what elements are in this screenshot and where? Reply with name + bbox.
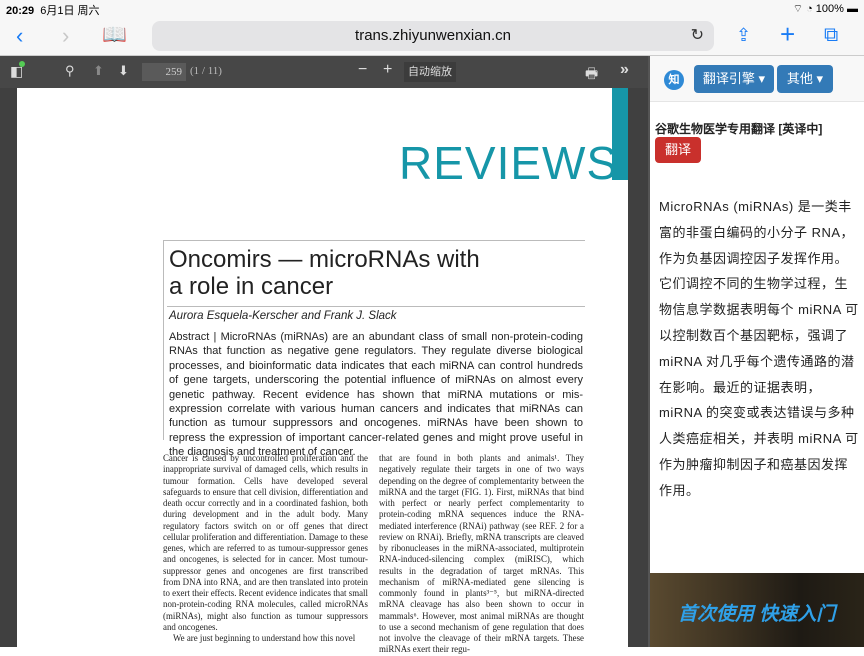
- address-bar[interactable]: trans.zhiyunwenxian.cn ↻: [152, 21, 714, 51]
- search-icon[interactable]: ⚲: [65, 63, 75, 79]
- status-bar: 20:29 6月1日 周六 ⌔ ◔ 100% ▬: [0, 0, 864, 18]
- pdf-toolbar: ◧ ⚲ ⬆ ⬇ 259 (1 / 11) − + 自动缩放 🖶 »: [0, 56, 648, 88]
- pdf-page: REVIEWS Oncomirs — microRNAs with a role …: [17, 88, 628, 654]
- page-number-input[interactable]: 259: [142, 63, 186, 81]
- pdf-viewer[interactable]: REVIEWS Oncomirs — microRNAs with a role …: [0, 88, 648, 654]
- previous-page-icon[interactable]: ⬆: [93, 63, 104, 79]
- battery: ⌔ ◔ 100% ▬: [792, 3, 858, 15]
- print-icon[interactable]: 🖶: [585, 63, 598, 87]
- body-column-2: that are found in both plants and animal…: [379, 453, 584, 655]
- title-line-1: Oncomirs — microRNAs with: [169, 246, 480, 273]
- zoom-in-icon[interactable]: +: [383, 61, 392, 79]
- share-icon[interactable]: ⇪: [736, 24, 751, 46]
- url-text: trans.zhiyunwenxian.cn: [355, 27, 511, 44]
- new-tab-icon[interactable]: +: [780, 21, 795, 47]
- other-dropdown-button[interactable]: 其他 ▾: [777, 65, 833, 93]
- panel-header: 知 翻译引擎 ▾ 其他 ▾: [650, 56, 864, 102]
- more-tools-icon[interactable]: »: [620, 61, 629, 79]
- section-label: REVIEWS: [399, 137, 619, 189]
- sidebar-toggle-icon[interactable]: ◧: [10, 61, 25, 80]
- service-name: 谷歌生物医学专用翻译 [英译中]: [655, 122, 823, 136]
- battery-level: 100%: [815, 3, 844, 15]
- browser-toolbar: ‹ › 📖 trans.zhiyunwenxian.cn ↻ ⇪ + ⧉: [0, 18, 864, 56]
- divider: [167, 306, 585, 307]
- abstract: Abstract | MicroRNAs (miRNAs) are an abu…: [169, 331, 583, 459]
- authors: Aurora Esquela-Kerscher and Frank J. Sla…: [169, 310, 397, 322]
- tabs-icon[interactable]: ⧉: [824, 24, 838, 46]
- zoom-out-icon[interactable]: −: [358, 61, 367, 79]
- bookmarks-icon[interactable]: 📖: [102, 24, 127, 46]
- logo-icon: 知: [664, 70, 684, 90]
- translation-result: MicroRNAs (miRNAs) 是一类丰富的非蛋白编码的小分子 RNA，作…: [659, 199, 859, 498]
- col1-paragraph: Cancer is caused by uncontrolled prolife…: [163, 453, 368, 632]
- forward-icon[interactable]: ›: [62, 25, 69, 47]
- title-line-2: a role in cancer: [169, 273, 334, 300]
- translation-panel: 知 翻译引擎 ▾ 其他 ▾ 谷歌生物医学专用翻译 [英译中] 翻译 MicroR…: [648, 56, 864, 647]
- engine-dropdown-button[interactable]: 翻译引擎 ▾: [694, 65, 774, 93]
- page-count: (1 / 11): [190, 65, 222, 77]
- time: 20:29: [6, 5, 35, 17]
- col1-paragraph-2: We are just beginning to understand how …: [173, 633, 356, 643]
- reload-icon[interactable]: ↻: [691, 21, 704, 51]
- translate-button[interactable]: 翻译: [655, 137, 701, 163]
- next-page-icon[interactable]: ⬇: [118, 63, 129, 79]
- article-title: Oncomirs — microRNAs with a role in cance…: [169, 246, 480, 300]
- body-column-1: Cancer is caused by uncontrolled prolife…: [163, 453, 368, 644]
- quick-start-banner[interactable]: 首次使用 快速入门: [650, 573, 864, 647]
- zoom-select[interactable]: 自动缩放: [404, 62, 456, 82]
- back-icon[interactable]: ‹: [16, 25, 23, 47]
- status-time-date: 20:29 6月1日 周六: [6, 2, 100, 18]
- banner-text: 首次使用 快速入门: [678, 604, 836, 625]
- date: 6月1日 周六: [40, 5, 100, 17]
